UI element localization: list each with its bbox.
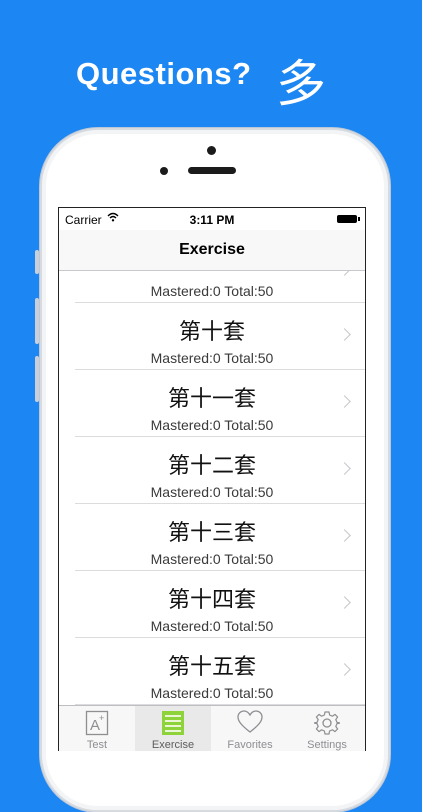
row-divider [75,436,365,437]
row-divider [75,503,365,504]
exercise-list[interactable]: Mastered:0 Total:50 第十套 Mastered:0 Total… [59,271,365,705]
status-time: 3:11 PM [189,213,235,227]
tab-label: Favorites [227,739,273,751]
list-item-progress: Mastered:0 Total:50 [150,350,274,366]
row-divider [75,369,365,370]
earpiece-speaker [188,167,236,174]
list-item-title: 第十四套 [167,588,256,613]
volume-up-button [35,298,39,344]
list-item-title: 第十三套 [167,521,256,546]
list-item[interactable]: 第十五套 Mastered:0 Total:50 [59,639,365,705]
svg-text:+: + [99,713,104,723]
list-item-progress: Mastered:0 Total:50 [150,484,274,500]
list-item[interactable]: 第十四套 Mastered:0 Total:50 [59,572,365,638]
list-item-title: 第十一套 [167,387,256,412]
page-title: Exercise [179,241,245,258]
row-divider [75,570,365,571]
chevron-right-icon [338,271,351,276]
promo-headline: Questions? [76,56,252,91]
front-camera-icon [207,146,216,155]
phone-screen: Carrier 3:11 PM Exercise Mastered:0 Tota… [58,207,366,751]
volume-down-button [35,356,39,402]
list-item[interactable]: 第十二套 Mastered:0 Total:50 [59,438,365,504]
battery-icon [337,215,360,223]
row-divider [75,637,365,638]
tab-bar: A + Test Exercise Favorites Settings [59,705,365,751]
list-item-progress: Mastered:0 Total:50 [150,551,274,567]
mute-switch [35,250,39,274]
list-item-progress: Mastered:0 Total:50 [150,685,274,701]
proximity-sensor-icon [160,167,168,175]
gear-icon [314,711,340,735]
list-item-title: 第十二套 [167,454,256,479]
tab-exercise[interactable]: Exercise [135,706,211,751]
list-item[interactable]: 第十三套 Mastered:0 Total:50 [59,505,365,571]
promo-chinese-character: 多 [276,55,326,113]
list-item-progress: Mastered:0 Total:50 [150,283,274,299]
list-item-progress: Mastered:0 Total:50 [150,618,274,634]
list-icon [162,711,184,735]
status-bar: Carrier 3:11 PM [59,208,365,230]
tab-test[interactable]: A + Test [59,706,135,751]
navigation-bar: Exercise [59,230,365,271]
row-divider [75,302,365,303]
list-item[interactable]: 第十套 Mastered:0 Total:50 [59,304,365,370]
tab-label: Test [86,739,108,751]
list-item-progress: Mastered:0 Total:50 [150,417,274,433]
tab-label: Settings [307,739,347,751]
heart-icon [237,710,263,733]
tab-label: Exercise [151,739,195,751]
list-item-title: 第十五套 [167,655,256,680]
tab-settings[interactable]: Settings [289,706,365,751]
a-plus-icon: A + [85,710,109,736]
list-item[interactable]: 第十一套 Mastered:0 Total:50 [59,371,365,437]
list-item-title: 第十套 [178,320,245,345]
list-item[interactable]: Mastered:0 Total:50 [59,271,365,303]
tab-favorites[interactable]: Favorites [212,706,288,751]
